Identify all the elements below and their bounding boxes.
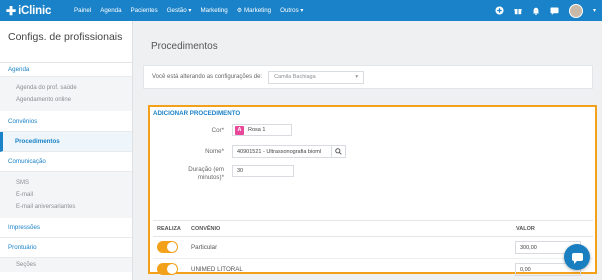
user-avatar[interactable] [568,3,583,18]
add-icon[interactable] [495,6,504,15]
cor-row: Cor* A Rosa 1 [158,124,292,136]
sidebar-subitem-agendamento-online[interactable]: Agendamento online [0,94,132,106]
nav-marketing-settings[interactable]: ⚙ Marketing [237,7,271,14]
sidebar-subitem-sms[interactable]: SMS [0,177,132,189]
chevron-down-icon[interactable]: ▾ [593,7,596,14]
message-icon[interactable] [550,6,559,15]
sidebar-subitem-email[interactable]: E-mail [0,189,132,201]
main-nav: Painel Agenda Pacientes Gestão ▾ Marketi… [74,7,304,14]
sidebar-item-convenios[interactable]: Convênios [0,111,132,132]
table-row: UNIMED LITORAL 0,00 [153,259,593,280]
professional-selector-box: Você está alterando as configurações de:… [143,65,593,89]
nome-row: Nome* 40901521 - Ultrassonografia bioml [158,145,346,158]
nav-pacientes[interactable]: Pacientes [131,7,158,14]
color-select[interactable]: A Rosa 1 [232,124,292,136]
nav-right-icons: ▾ [495,0,596,21]
bell-icon[interactable] [532,7,540,15]
cor-label: Cor* [211,126,224,134]
chevron-down-icon: ▾ [355,74,359,80]
top-navbar: ✚ iClinic Painel Agenda Pacientes Gestão… [0,0,602,21]
chat-bubble-icon [571,253,583,264]
convenio-name: Particular [191,244,218,251]
realiza-toggle[interactable] [157,241,178,253]
table-row: Particular 300,00 [153,237,593,259]
nav-agenda[interactable]: Agenda [100,7,121,14]
nav-marketing[interactable]: Marketing [201,7,228,14]
procedure-name-field[interactable]: 40901521 - Ultrassonografia bioml [232,145,346,158]
sidebar-subitem-email-aniversariantes[interactable]: E-mail aniversariantes [0,201,132,213]
sidebar-item-procedimentos[interactable]: Procedimentos [0,132,132,152]
procedure-name-value: 40901521 - Ultrassonografia bioml [237,148,322,155]
professional-select[interactable]: Camila Bachiaga ▾ [268,70,365,84]
sidebar-title: Configs. de profissionais [0,21,132,63]
duracao-label-line2: minutos)* [197,174,224,181]
gift-icon[interactable] [514,7,522,15]
col-valor: VALOR [516,226,535,232]
nav-outros[interactable]: Outros ▾ [280,7,303,14]
sidebar-item-agenda[interactable]: Agenda [0,63,132,77]
sidebar-item-prontuario[interactable]: Prontuário [0,238,132,258]
duracao-row: Duração (em minutos)* 30 [158,165,294,182]
duracao-label: Duração (em minutos)* [158,166,224,182]
nav-gestao[interactable]: Gestão ▾ [167,7,192,14]
col-realiza: REALIZA [157,226,181,232]
nav-painel[interactable]: Painel [74,7,91,14]
col-convenio: CONVÊNIO [191,226,221,232]
logo-mark-icon: ✚ [6,3,17,18]
sidebar-subitem-agenda-prof[interactable]: Agenda do prof. saúde [0,82,132,94]
sidebar-item-comunicacao[interactable]: Comunicação [0,152,132,172]
duration-field[interactable]: 30 [232,165,294,177]
sidebar-subitem-secoes[interactable]: Seções [0,258,132,272]
nome-label: Nome* [205,148,224,155]
alter-label: Você está alterando as configurações de: [152,74,263,80]
sidebar-item-impressoes[interactable]: Impressões [0,218,132,238]
table-header: REALIZA CONVÊNIO VALOR [153,220,593,237]
realiza-toggle[interactable] [157,263,178,275]
add-procedure-title: ADICIONAR PROCEDIMENTO [153,110,241,117]
professional-select-value: Camila Bachiaga [274,74,316,80]
color-swatch: A [235,125,244,135]
sidebar: Configs. de profissionais Agenda Agenda … [0,21,133,280]
duracao-label-line1: Duração (em [188,166,224,173]
add-procedure-panel: ADICIONAR PROCEDIMENTO Cor* A Rosa 1 Nom… [148,105,597,276]
chat-button[interactable] [564,244,590,270]
logo-text: iClinic [18,4,52,17]
color-select-value: Rosa 1 [248,127,266,133]
iclinic-logo[interactable]: ✚ iClinic [0,4,74,18]
convenio-name: UNIMED LITORAL [191,266,243,273]
page-title: Procedimentos [151,41,218,52]
search-icon[interactable] [331,145,345,158]
